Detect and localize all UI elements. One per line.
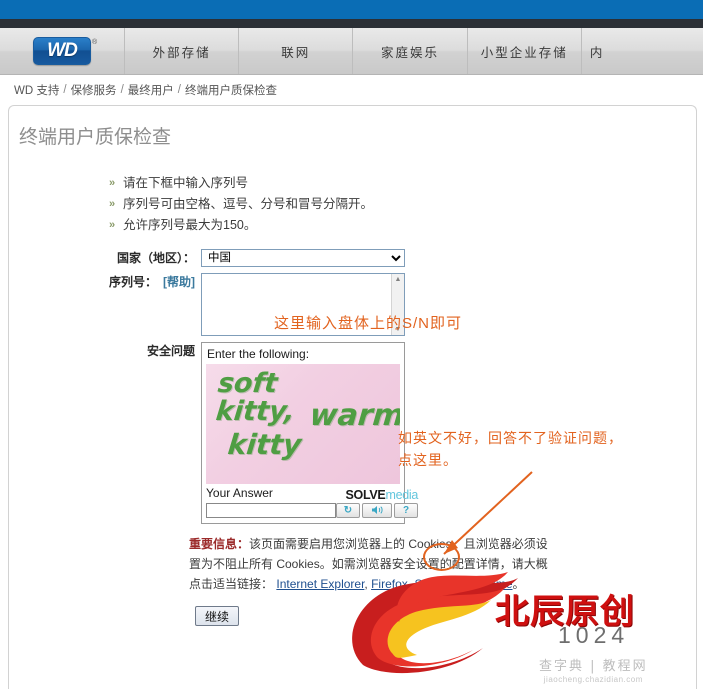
link-firefox[interactable]: Firefox	[371, 577, 408, 591]
scroll-down-icon[interactable]: ▼	[395, 324, 402, 335]
security-question-label: 安全问题	[146, 344, 195, 358]
nav-item-external-storage[interactable]: 外部存储	[125, 28, 240, 74]
country-select[interactable]: 中国	[201, 249, 405, 267]
warranty-form: 国家（地区）： 中国 序列号： [帮助] ▲ ▼ 安全问题 Enter the …	[9, 249, 696, 524]
nav-item-home-entertainment[interactable]: 家庭娱乐	[353, 28, 468, 74]
link-internet-explorer[interactable]: Internet Explorer	[276, 577, 364, 591]
link-chrome[interactable]: Chrome	[470, 577, 513, 591]
top-dark-bar	[0, 19, 703, 28]
captcha-answer-input[interactable]	[206, 502, 336, 518]
main-nav: 外部存储 联网 家庭娱乐 小型企业存储 内	[125, 28, 703, 74]
country-label: 国家（地区）：	[116, 251, 195, 265]
instructions-list: » 请在下框中输入序列号 » 序列号可由空格、逗号、分号和冒号分隔开。 » 允许…	[109, 175, 696, 233]
solve-media-logo-media: media	[385, 487, 418, 502]
top-blue-bar	[0, 0, 703, 19]
breadcrumb: WD 支持 / 保修服务 / 最终用户 / 终端用户质保检查	[0, 75, 703, 105]
notice-links-tail: 以及	[445, 576, 470, 591]
wd-logo-link[interactable]: WD ®	[0, 28, 125, 74]
notice-important-label: 重要信息：	[189, 536, 250, 551]
breadcrumb-separator: /	[177, 84, 181, 96]
page-title: 终端用户质保检查	[19, 127, 172, 148]
solve-media-logo-solve: SOLVE	[345, 487, 386, 502]
list-item: » 允许序列号最大为150。	[109, 217, 696, 233]
captcha-word-4: kitty	[226, 428, 303, 461]
nav-item-networking[interactable]: 联网	[239, 28, 354, 74]
chevron-right-icon: »	[109, 219, 116, 231]
answer-label: Your Answer	[206, 486, 273, 500]
breadcrumb-item-end-user[interactable]: 最终用户	[128, 82, 174, 98]
captcha-footer: Your Answer SOLVEmedia ↻ ?	[206, 486, 418, 518]
solve-media-logo: SOLVEmedia	[336, 487, 419, 502]
serial-help-link[interactable]: [帮助]	[163, 275, 195, 289]
serial-textarea[interactable]: ▲ ▼	[201, 273, 405, 336]
breadcrumb-item-support[interactable]: WD 支持	[14, 82, 59, 98]
captcha-word-1: soft	[216, 368, 279, 399]
speaker-glyph	[371, 506, 383, 514]
notice-line-2: 置为不阻止所有 Cookies。如需浏览器安全设置的配置详情，请大概	[189, 556, 548, 571]
serial-field-row: 序列号： [帮助] ▲ ▼	[9, 273, 696, 336]
captcha-widget: Enter the following: soft kitty, warm ki…	[201, 342, 418, 524]
continue-button[interactable]: 继续	[195, 605, 239, 626]
breadcrumb-separator: /	[63, 84, 67, 96]
instruction-text: 请在下框中输入序列号	[123, 176, 249, 190]
list-item: » 序列号可由空格、逗号、分号和冒号分隔开。	[109, 196, 696, 212]
trademark-symbol: ®	[92, 39, 98, 46]
breadcrumb-item-warranty[interactable]: 保修服务	[71, 82, 117, 98]
cookies-notice: 重要信息：该页面需要启用您浏览器上的 Cookies，且浏览器必须设 置为不阻止…	[189, 536, 548, 591]
refresh-icon[interactable]: ↻	[336, 502, 360, 518]
nav-item-small-business-storage[interactable]: 小型企业存储	[468, 28, 582, 74]
chevron-right-icon: »	[109, 198, 116, 210]
serial-label: 序列号：	[108, 275, 157, 289]
list-item: » 请在下框中输入序列号	[109, 175, 696, 191]
instruction-text: 序列号可由空格、逗号、分号和冒号分隔开。	[123, 197, 374, 211]
notice-line-1: 该页面需要启用您浏览器上的 Cookies，且浏览器必须设	[249, 536, 548, 551]
captcha-controls: ↻ ?	[336, 502, 418, 518]
captcha-word-3: warm	[308, 398, 400, 433]
audio-speaker-icon[interactable]	[362, 502, 392, 518]
breadcrumb-separator: /	[120, 84, 124, 96]
security-question-row: 安全问题 Enter the following: soft kitty, wa…	[9, 342, 696, 524]
content-panel: 终端用户质保检查 » 请在下框中输入序列号 » 序列号可由空格、逗号、分号和冒号…	[8, 105, 697, 689]
notice-line-3-prefix: 点击适当链接：	[189, 576, 274, 591]
scroll-up-icon[interactable]: ▲	[395, 274, 402, 285]
country-field-row: 国家（地区）： 中国	[9, 249, 696, 267]
notice-line-3-suffix: 。	[512, 576, 525, 591]
captcha-image: soft kitty, warm kitty	[206, 364, 400, 484]
site-header: WD ® 外部存储 联网 家庭娱乐 小型企业存储 内	[0, 28, 703, 75]
serial-scrollbar[interactable]: ▲ ▼	[391, 274, 404, 335]
instruction-text: 允许序列号最大为150。	[123, 218, 257, 232]
captcha-word-2: kitty,	[214, 396, 297, 427]
breadcrumb-item-current: 终端用户质保检查	[184, 85, 277, 97]
wd-logo-text: WD	[47, 40, 78, 61]
captcha-prompt: Enter the following:	[207, 347, 310, 361]
wd-logo-icon: WD	[33, 37, 91, 65]
nav-item-internal[interactable]: 内	[582, 28, 703, 74]
chevron-right-icon: »	[109, 177, 116, 189]
help-icon[interactable]: ?	[394, 502, 418, 518]
link-safari[interactable]: Safari	[414, 577, 445, 591]
